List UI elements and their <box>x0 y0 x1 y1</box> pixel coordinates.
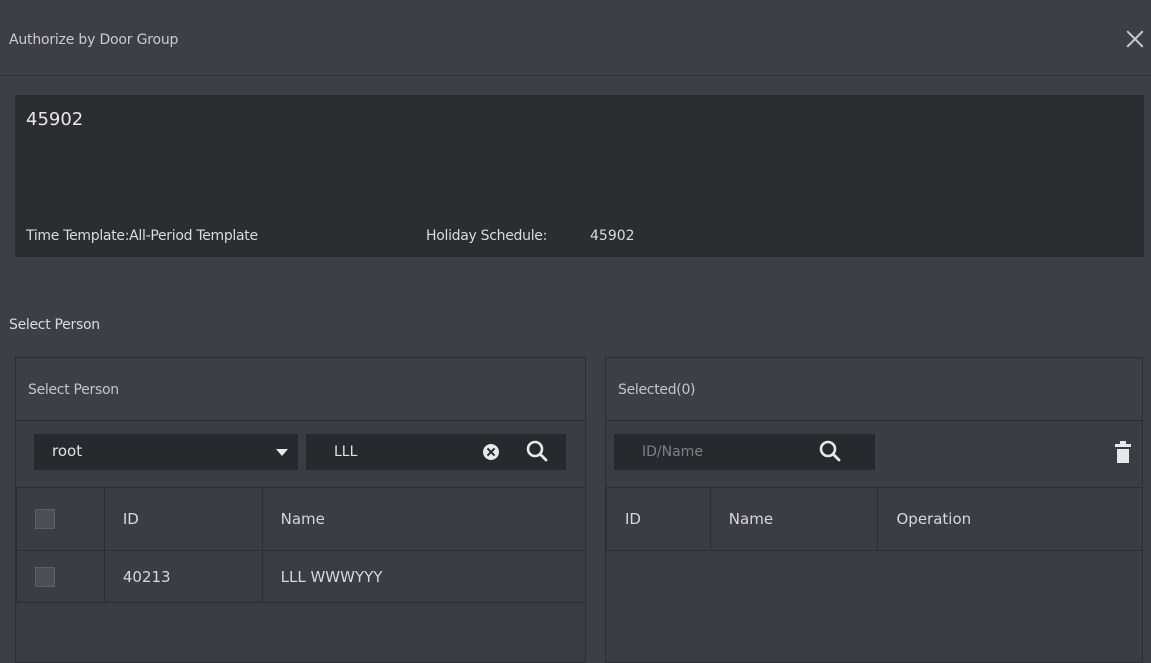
person-table-header-row: ID Name <box>16 487 587 551</box>
selected-search-box <box>614 434 875 470</box>
person-search-input[interactable] <box>306 434 466 470</box>
organization-dropdown[interactable]: root <box>34 434 298 470</box>
select-person-panel-header: Select Person <box>16 358 585 421</box>
holiday-schedule-value: 45902 <box>590 228 635 244</box>
column-header-name: Name <box>261 487 587 551</box>
column-header-id: ID <box>606 487 711 551</box>
holiday-schedule-label: Holiday Schedule: <box>426 228 548 244</box>
row-checkbox-cell <box>16 550 105 603</box>
door-group-name: 45902 <box>26 109 84 130</box>
selected-panel-header: Selected(0) <box>606 358 1142 421</box>
selected-table-header-row: ID Name Operation <box>606 487 1143 551</box>
selected-search-input[interactable] <box>614 434 804 470</box>
person-name-cell: LLL WWWYYY <box>261 550 587 603</box>
time-template-label: Time Template:All-Period Template <box>26 228 258 244</box>
selected-table: ID Name Operation <box>606 487 1143 551</box>
close-icon[interactable] <box>1124 28 1146 50</box>
clear-search-icon[interactable] <box>483 444 499 460</box>
column-header-name: Name <box>709 487 879 551</box>
door-group-info-box: 45902 Time Template:All-Period Template … <box>15 95 1144 257</box>
column-header-id: ID <box>103 487 263 551</box>
dialog-title-bar: Authorize by Door Group <box>0 0 1151 76</box>
table-row[interactable]: 40213 LLL WWWYYY <box>16 550 587 603</box>
caret-down-icon <box>276 449 288 456</box>
search-icon[interactable] <box>526 440 548 462</box>
selected-persons-panel: Selected(0) ID Name Operation <box>605 357 1143 663</box>
select-all-checkbox[interactable] <box>35 509 55 529</box>
selected-panel-title: Selected(0) <box>618 382 696 398</box>
select-person-section-label: Select Person <box>9 317 100 333</box>
select-all-cell <box>16 487 105 551</box>
column-header-operation: Operation <box>877 487 1143 551</box>
person-id-cell: 40213 <box>103 550 263 603</box>
select-person-panel-title: Select Person <box>28 382 119 398</box>
person-search-box <box>306 434 566 470</box>
organization-dropdown-value: root <box>52 442 83 460</box>
trash-icon[interactable] <box>1115 441 1131 463</box>
search-icon[interactable] <box>819 440 841 462</box>
select-person-panel: Select Person root ID Name 40213 LLL WWW… <box>15 357 587 663</box>
row-checkbox[interactable] <box>35 566 55 587</box>
dialog-title: Authorize by Door Group <box>9 32 179 48</box>
person-table: ID Name 40213 LLL WWWYYY <box>16 487 587 603</box>
